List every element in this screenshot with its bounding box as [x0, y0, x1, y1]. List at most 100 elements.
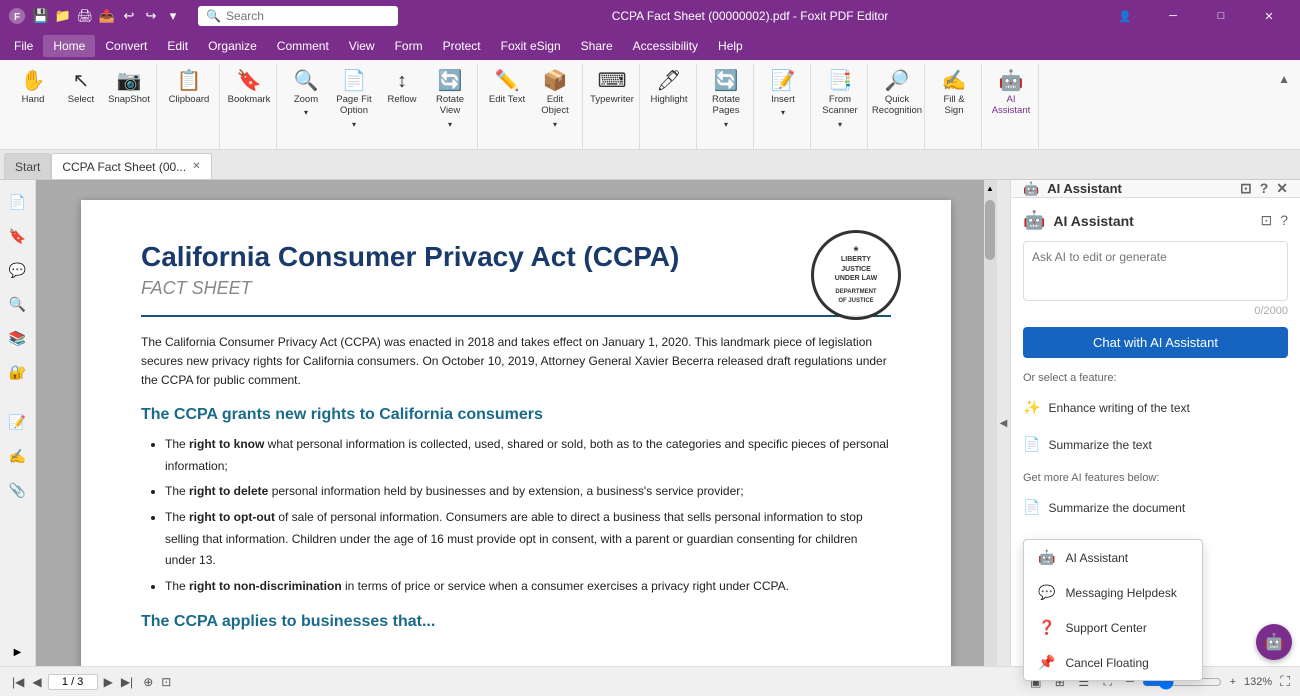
menu-foxit-esign[interactable]: Foxit eSign [491, 35, 571, 57]
ai-input[interactable] [1023, 241, 1288, 301]
share-icon[interactable]: 📤 [98, 7, 116, 25]
enhance-icon: ✨ [1023, 399, 1040, 416]
maximize-button[interactable]: □ [1198, 0, 1244, 32]
ocr-button[interactable]: 🔎 Quick Recognition [874, 68, 920, 120]
ai-panel-close-button[interactable]: ✕ [1276, 180, 1288, 197]
menubar: File Home Convert Edit Organize Comment … [0, 32, 1300, 60]
print-icon[interactable]: 🖨 [76, 7, 94, 25]
menu-protect[interactable]: Protect [433, 35, 491, 57]
redo-icon[interactable]: ↪ [142, 7, 160, 25]
bookmark-button[interactable]: 🔖 Bookmark [226, 68, 272, 108]
panel-collapse-button[interactable]: ◀ [996, 180, 1010, 666]
scroll-up-button[interactable]: ▲ [984, 180, 996, 196]
tab-start[interactable]: Start [4, 153, 51, 179]
pagefit-button[interactable]: 📄 Page Fit Option ▾ [331, 68, 377, 132]
dropdown-ai-assistant[interactable]: 🤖 AI Assistant [1024, 540, 1202, 575]
ai-icon: 🤖 [999, 71, 1024, 91]
menu-comment[interactable]: Comment [267, 35, 339, 57]
prev-page-button[interactable]: ◀ [30, 673, 43, 691]
editobject-button[interactable]: 📦 Edit Object ▾ [532, 68, 578, 132]
sidebar-attach-icon[interactable]: 📎 [4, 476, 32, 504]
ai-more-label: Get more AI features below: [1023, 472, 1288, 484]
menu-accessibility[interactable]: Accessibility [623, 35, 708, 57]
dropdown-messaging[interactable]: 💬 Messaging Helpdesk [1024, 575, 1202, 610]
ribbon-group-rotatepages: 🔄 Rotate Pages ▾ [699, 64, 754, 149]
ai-feature-summarize-text[interactable]: 📄 Summarize the text [1023, 431, 1288, 458]
sidebar-bookmark-icon[interactable]: 🔖 [4, 222, 32, 250]
sidebar-page-icon[interactable]: 📄 [4, 188, 32, 216]
dropdown-cancel-floating[interactable]: 📌 Cancel Floating [1024, 645, 1202, 680]
minimize-button[interactable]: ─ [1150, 0, 1196, 32]
doc-scroll-thumb[interactable] [985, 200, 995, 260]
menu-share[interactable]: Share [571, 35, 623, 57]
reflow-button[interactable]: ↕ Reflow [379, 68, 425, 108]
window-controls: 👤 ─ □ ✕ [1102, 0, 1292, 32]
sidebar-comment-icon[interactable]: 💬 [4, 256, 32, 284]
menu-edit[interactable]: Edit [157, 35, 198, 57]
ai-panel-help-icon[interactable]: ? [1260, 180, 1269, 197]
sidebar-security-icon[interactable]: 🔐 [4, 358, 32, 386]
fillsign-button[interactable]: ✍ Fill & Sign [931, 68, 977, 120]
search-box[interactable]: 🔍 [198, 6, 398, 26]
insert-button[interactable]: 📝 Insert ▾ [760, 68, 806, 121]
profile-icon[interactable]: 👤 [1102, 0, 1148, 32]
menu-organize[interactable]: Organize [198, 35, 267, 57]
next-page-button[interactable]: ▶ [102, 673, 115, 691]
ai-panel-expand-icon[interactable]: ⊡ [1240, 180, 1252, 197]
doc-page: ★ LIBERTY JUSTICE UNDER LAW DEPARTMENT O… [81, 200, 951, 666]
sidebar-sign-icon[interactable]: ✍ [4, 442, 32, 470]
menu-form[interactable]: Form [385, 35, 433, 57]
first-page-button[interactable]: |◀ [10, 673, 26, 691]
hand-tool-button[interactable]: ✋ Hand [10, 68, 56, 108]
chat-with-ai-button[interactable]: Chat with AI Assistant [1023, 327, 1288, 358]
search-input[interactable] [226, 9, 386, 23]
menu-help[interactable]: Help [708, 35, 753, 57]
rotateview-button[interactable]: 🔄 Rotate View ▾ [427, 68, 473, 132]
reflow-icon: ↕ [397, 71, 407, 91]
dropdown-messaging-icon: 💬 [1038, 584, 1055, 601]
highlight-button[interactable]: 🖊 Highlight [646, 68, 692, 108]
menu-file[interactable]: File [4, 35, 43, 57]
undo-icon[interactable]: ↩ [120, 7, 138, 25]
close-button[interactable]: ✕ [1246, 0, 1292, 32]
page-number-input[interactable] [48, 674, 98, 690]
menu-view[interactable]: View [339, 35, 385, 57]
ribbon-group-clipboard: 📋 Clipboard [159, 64, 220, 149]
ai-assistant-title: AI Assistant [1053, 213, 1133, 229]
scanner-button[interactable]: 📑 From Scanner ▾ [817, 68, 863, 132]
dropdown-support[interactable]: ❓ Support Center [1024, 610, 1202, 645]
ai-floating-button[interactable]: 🤖 [1256, 624, 1292, 660]
edittext-button[interactable]: ✏️ Edit Text [484, 68, 530, 108]
last-page-button[interactable]: ▶| [119, 673, 135, 691]
menu-home[interactable]: Home [43, 35, 95, 57]
ai-settings-icon[interactable]: ⊡ [1260, 212, 1272, 229]
ai-assistant-ribbon-button[interactable]: 🤖 AI Assistant [988, 68, 1034, 120]
sidebar-layers-icon[interactable]: 📚 [4, 324, 32, 352]
ribbon-collapse-button[interactable]: ▲ [1274, 68, 1294, 90]
open-icon[interactable]: 📁 [54, 7, 72, 25]
tab-close-button[interactable]: ✕ [192, 161, 200, 172]
rotatepages-button[interactable]: 🔄 Rotate Pages ▾ [703, 68, 749, 132]
ai-feature-enhance[interactable]: ✨ Enhance writing of the text [1023, 394, 1288, 421]
zoom-button[interactable]: 🔍 Zoom ▾ [283, 68, 329, 121]
sidebar-search-icon[interactable]: 🔍 [4, 290, 32, 318]
save-icon[interactable]: 💾 [32, 7, 50, 25]
ai-help-icon[interactable]: ? [1280, 212, 1288, 229]
snapshot-button[interactable]: 📷 SnapShot [106, 68, 152, 108]
dropdown-cancel-label: Cancel Floating [1065, 656, 1148, 670]
typewriter-button[interactable]: ⌨ Typewriter [589, 68, 635, 108]
ai-feature-summarize-doc[interactable]: 📄 Summarize the document [1023, 494, 1288, 521]
clipboard-button[interactable]: 📋 Clipboard [163, 68, 215, 108]
doc-subtitle: FACT SHEET [141, 278, 891, 299]
ai-body: 🤖 AI Assistant ⊡ ? 0/2000 Chat with AI A… [1011, 198, 1300, 693]
layout-icon[interactable]: ⊡ [161, 675, 171, 689]
sidebar-fields-icon[interactable]: 📝 [4, 408, 32, 436]
copy-page-button[interactable]: ⊕ [143, 675, 153, 689]
doc-scrollbar[interactable] [984, 180, 996, 666]
tabs-bar: Start CCPA Fact Sheet (00... ✕ [0, 150, 1300, 180]
menu-convert[interactable]: Convert [95, 35, 157, 57]
sidebar-expand-button[interactable]: ▶ [4, 639, 32, 666]
tab-ccpa[interactable]: CCPA Fact Sheet (00... ✕ [51, 153, 211, 179]
customize-icon[interactable]: ▾ [164, 7, 182, 25]
select-tool-button[interactable]: ↖ Select [58, 68, 104, 108]
